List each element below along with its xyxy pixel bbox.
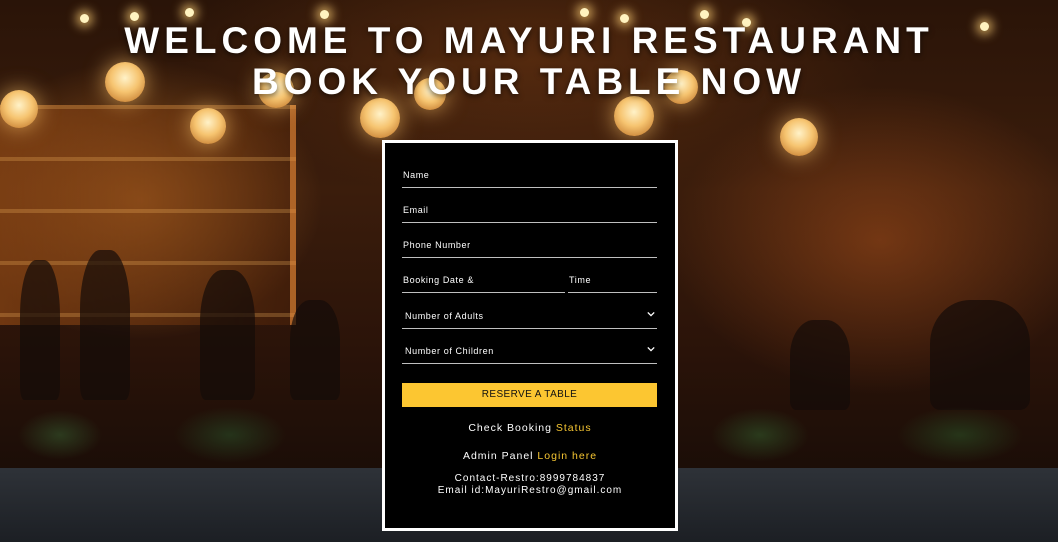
diner-silhouette (290, 300, 340, 400)
booking-time-field[interactable]: Time (568, 270, 657, 293)
phone-field-label: Phone Number (403, 240, 471, 250)
admin-panel-line: Admin Panel Login here (385, 450, 675, 462)
adults-select[interactable]: Number of Adults (402, 306, 657, 329)
name-field-label: Name (403, 170, 430, 180)
pendant-lamp (360, 98, 400, 138)
string-light (580, 8, 589, 17)
pendant-lamp (190, 108, 226, 144)
admin-login-link[interactable]: Login here (537, 450, 597, 462)
check-booking-text: Check Booking (468, 422, 552, 434)
children-select[interactable]: Number of Children (402, 341, 657, 364)
pendant-lamp (614, 96, 654, 136)
phone-field[interactable]: Phone Number (402, 235, 657, 258)
booking-date-label: Booking Date & (403, 275, 474, 285)
reserve-table-button[interactable]: RESERVE A TABLE (402, 383, 657, 407)
check-status-link[interactable]: Status (556, 422, 592, 434)
string-light (185, 8, 194, 17)
chevron-down-icon (647, 311, 655, 317)
diner-silhouette (20, 260, 60, 400)
adults-select-label: Number of Adults (405, 311, 484, 321)
pendant-lamp (780, 118, 818, 156)
diner-silhouette (200, 270, 255, 400)
admin-panel-text: Admin Panel (462, 450, 534, 462)
children-select-label: Number of Children (405, 346, 494, 356)
check-booking-line: Check Booking Status (385, 422, 675, 434)
string-light (700, 10, 709, 19)
hero-title: WELCOME TO MAYURI RESTAURANT BOOK YOUR T… (0, 20, 1058, 102)
contact-email: Email id:MayuriRestro@gmail.com (437, 485, 623, 496)
booking-time-label: Time (569, 275, 592, 285)
string-light (320, 10, 329, 19)
chevron-down-icon (647, 346, 655, 352)
contact-info: Contact-Restro:8999784837 Email id:Mayur… (385, 473, 675, 497)
contact-phone: Contact-Restro:8999784837 (454, 473, 606, 484)
email-field[interactable]: Email (402, 200, 657, 223)
booking-date-field[interactable]: Booking Date & (402, 270, 565, 293)
diner-silhouette (930, 300, 1030, 410)
name-field[interactable]: Name (402, 165, 657, 188)
hero-title-line-1: WELCOME TO MAYURI RESTAURANT (124, 20, 934, 61)
diner-silhouette (80, 250, 130, 400)
email-field-label: Email (403, 205, 429, 215)
booking-form-card: Name Email Phone Number Booking Date & T… (382, 140, 678, 531)
hero-title-line-2: BOOK YOUR TABLE NOW (251, 61, 807, 102)
